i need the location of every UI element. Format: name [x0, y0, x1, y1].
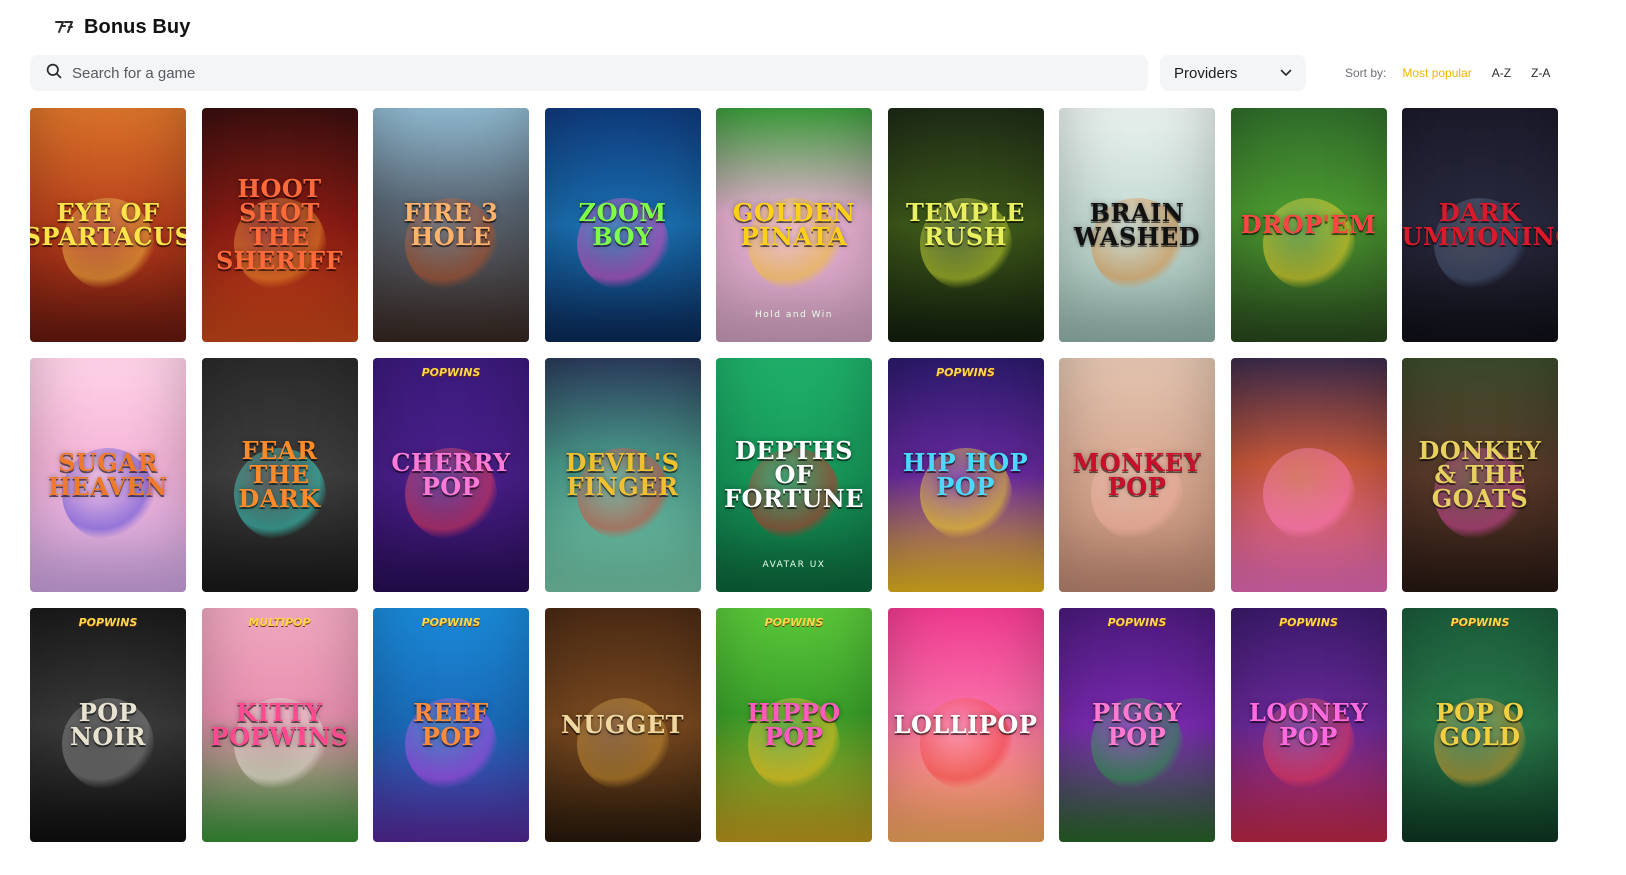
- game-tile-reef-pop[interactable]: POPWINS Reef Pop: [373, 608, 529, 842]
- game-brand-label: POPWINS: [78, 616, 138, 629]
- logo-icon: [54, 20, 74, 34]
- game-title: Piggy Pop: [1092, 698, 1182, 751]
- game-title: Pop Noir: [69, 698, 146, 751]
- game-tile-eye-of-spartacus[interactable]: Eye of Spartacus: [30, 108, 186, 342]
- sort-a-z[interactable]: A-Z: [1492, 66, 1511, 80]
- game-tile-pop-noir[interactable]: POPWINS Pop Noir: [30, 608, 186, 842]
- game-tile-fire-3-hole[interactable]: Fire 3 Hole: [373, 108, 529, 342]
- sort-label: Sort by:: [1345, 66, 1387, 80]
- game-title: Fire 3 Hole: [403, 198, 499, 251]
- page-title: Bonus Buy: [84, 15, 191, 38]
- game-tile-depths-of-fortune[interactable]: Depths of Fortune AVATAR UX: [716, 358, 872, 592]
- search-icon: [46, 63, 62, 84]
- game-tile-fear-the-dark[interactable]: Fear The Dark: [201, 358, 358, 592]
- chevron-down-icon: [1280, 64, 1292, 82]
- game-title: Cherry Pop: [391, 448, 511, 501]
- game-brand-label: MULTIPOP: [248, 616, 311, 629]
- game-tile-monkey-pop[interactable]: Monkey Pop: [1059, 358, 1215, 592]
- game-tile-lollipop[interactable]: Lollipop: [887, 608, 1044, 842]
- game-title: Looney Pop: [1248, 698, 1369, 751]
- game-title: Fear The Dark: [238, 436, 321, 513]
- game-subtitle: Hold and Win: [754, 310, 834, 320]
- sort-z-a[interactable]: Z-A: [1531, 66, 1550, 80]
- game-brand-label: POPWINS: [1279, 616, 1338, 629]
- game-brand-label: POPWINS: [764, 616, 824, 629]
- game-tile-drop-em[interactable]: Drop'Em: [1230, 108, 1387, 342]
- game-grid: Eye of Spartacus Hoot Shot The Sheriff Fir…: [30, 108, 1558, 842]
- game-tile-tiger[interactable]: [1230, 358, 1387, 592]
- game-title: Brain Washed: [1073, 198, 1201, 251]
- game-subtitle: AVATAR UX: [762, 560, 826, 570]
- game-title: Sugar Heaven: [48, 448, 168, 501]
- game-brand-label: POPWINS: [936, 366, 995, 379]
- game-tile-donkey-and-the-goats[interactable]: Donkey & The Goats: [1402, 358, 1558, 592]
- search-input[interactable]: [72, 64, 1072, 82]
- game-title: Reef Pop: [413, 698, 489, 751]
- game-tile-dark-summoning[interactable]: Dark Summoning: [1402, 108, 1558, 342]
- game-tile-piggy-pop[interactable]: POPWINS Piggy Pop: [1059, 608, 1215, 842]
- game-artwork: [1262, 447, 1355, 540]
- sort-control: Sort by: Most popular A-Z Z-A: [1345, 55, 1550, 91]
- game-title: Golden Pinata: [732, 198, 856, 251]
- game-brand-label: POPWINS: [1107, 616, 1167, 629]
- game-tile-sugar-heaven[interactable]: Sugar Heaven: [30, 358, 186, 592]
- game-title: Kitty Popwins: [210, 698, 349, 751]
- game-title: Pop O Gold: [1435, 698, 1525, 751]
- game-tile-devils-finger[interactable]: Devil's Finger: [544, 358, 701, 592]
- game-title: Donkey & The Goats: [1418, 436, 1542, 513]
- filter-toolbar: Providers Sort by: Most popular A-Z Z-A: [30, 55, 1626, 91]
- game-title: Nugget: [560, 710, 684, 739]
- providers-dropdown[interactable]: Providers: [1160, 55, 1306, 91]
- game-tile-hoot-shot-the-sheriff[interactable]: Hoot Shot The Sheriff: [201, 108, 358, 342]
- game-tile-zoom-boy[interactable]: Zoom Boy: [544, 108, 701, 342]
- game-tile-hippo-pop[interactable]: POPWINS Hippo Pop: [716, 608, 872, 842]
- game-title: Lollipop: [893, 710, 1038, 739]
- game-tile-temple-rush[interactable]: Temple Rush: [887, 108, 1044, 342]
- game-title: Monkey Pop: [1072, 448, 1202, 501]
- game-title: Zoom Boy: [578, 198, 667, 251]
- game-title: Hip Hop Pop: [902, 448, 1029, 501]
- game-tile-kitty-popwins[interactable]: MULTIPOP Kitty Popwins: [201, 608, 358, 842]
- game-title: Eye of Spartacus: [30, 198, 186, 251]
- game-title: Hoot Shot The Sheriff: [215, 174, 344, 275]
- game-tile-nugget[interactable]: Nugget: [544, 608, 701, 842]
- game-tile-golden-pinata[interactable]: Golden Pinata Hold and Win: [716, 108, 872, 342]
- game-title: Devil's Finger: [565, 448, 680, 501]
- game-tile-cherry-pop[interactable]: POPWINS Cherry Pop: [373, 358, 529, 592]
- game-tile-brain-washed[interactable]: Brain Washed: [1059, 108, 1215, 342]
- game-brand-label: POPWINS: [421, 616, 481, 629]
- providers-label: Providers: [1174, 64, 1238, 82]
- game-tile-looney-pop[interactable]: POPWINS Looney Pop: [1230, 608, 1387, 842]
- game-title: Depths of Fortune: [724, 436, 864, 513]
- game-title: Hippo Pop: [747, 698, 841, 751]
- search-bar[interactable]: [30, 55, 1148, 91]
- game-tile-hip-hop-pop[interactable]: POPWINS Hip Hop Pop: [887, 358, 1044, 592]
- game-brand-label: POPWINS: [421, 366, 481, 379]
- game-tile-pop-o-gold[interactable]: POPWINS Pop O Gold: [1402, 608, 1558, 842]
- sort-most-popular[interactable]: Most popular: [1402, 66, 1471, 80]
- game-title: Drop'Em: [1240, 210, 1377, 239]
- page-header: Bonus Buy: [54, 14, 190, 40]
- game-title: Dark Summoning: [1402, 198, 1558, 251]
- game-title: Temple Rush: [906, 198, 1025, 251]
- game-brand-label: POPWINS: [1450, 616, 1510, 629]
